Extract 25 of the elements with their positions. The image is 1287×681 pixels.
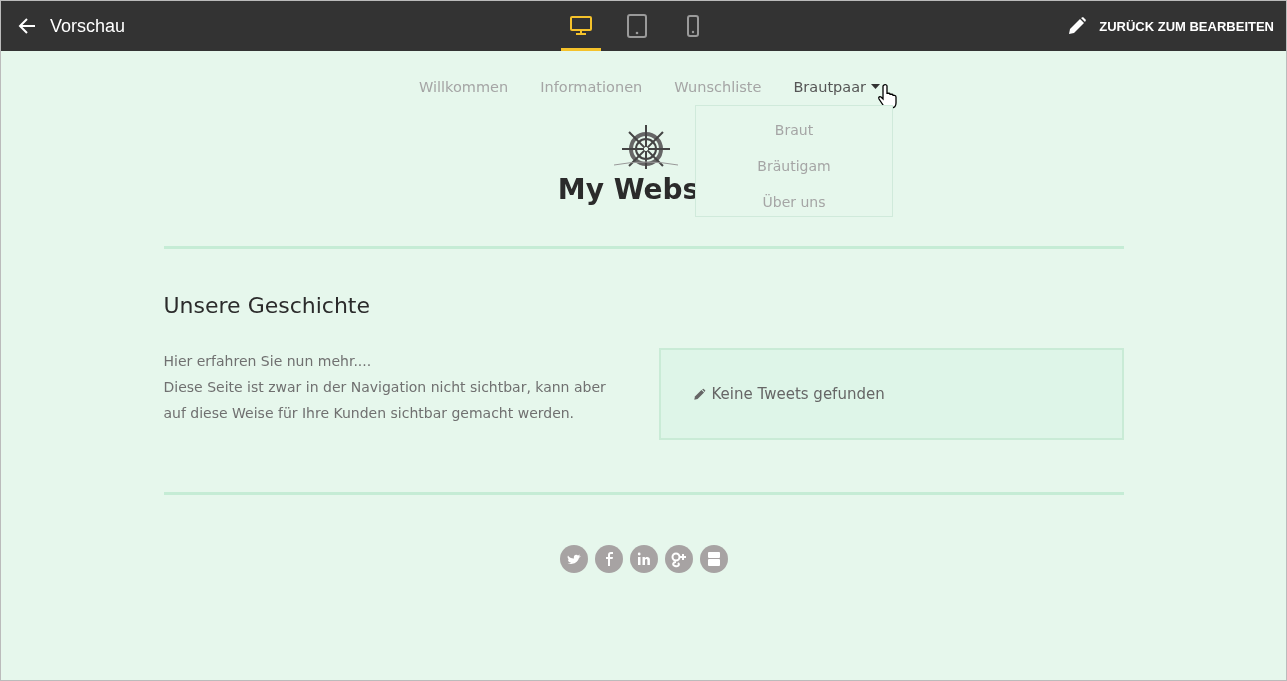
section-heading: Unsere Geschichte	[163, 293, 372, 318]
body-text: Hier erfahren Sie nun mehr....	[163, 352, 373, 371]
back-to-edit-button[interactable]: ZURÜCK ZUM BEARBEITEN	[1067, 10, 1274, 42]
monitor-icon	[570, 15, 592, 36]
dropdown-item[interactable]: Über uns	[762, 194, 826, 210]
pencil-icon	[692, 387, 706, 401]
body-text: Diese Seite ist zwar in der Navigation nicht sichtbar, kann aber auf diese Weise für Ihre Kunden sichtbar gemacht werden.	[163, 378, 607, 423]
pencil-icon	[1067, 16, 1088, 36]
dropdown-item[interactable]: Bräutigam	[757, 158, 831, 174]
back-arrow-icon[interactable]	[18, 17, 36, 35]
facebook-icon[interactable]	[594, 545, 623, 573]
empty-tweets-text: Keine Tweets gefunden	[711, 385, 885, 403]
bird-icon[interactable]	[559, 545, 588, 573]
nav-link[interactable]: Informationen	[540, 79, 643, 95]
caret-icon	[871, 84, 880, 90]
nav-link[interactable]: Wunschliste	[674, 79, 762, 95]
google-plus-icon[interactable]	[664, 545, 693, 573]
phone-icon	[687, 14, 699, 37]
linkedin-icon[interactable]	[629, 545, 658, 573]
nav-link[interactable]: Brautpaar	[793, 79, 880, 95]
dropdown-item[interactable]: Braut	[774, 122, 814, 138]
tablet-icon	[627, 13, 647, 38]
site-title: My Webs	[557, 173, 700, 206]
toolbar-title: Vorschau	[50, 15, 126, 37]
nav-link[interactable]: Willkommen	[419, 79, 509, 95]
